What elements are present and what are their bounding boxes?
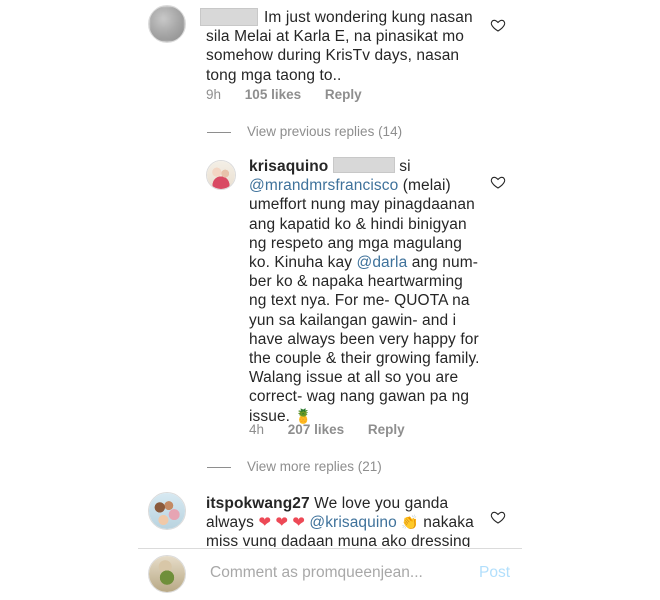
comment-username[interactable]: itspokwang27 [206, 495, 310, 512]
reply-button[interactable]: Reply [368, 422, 405, 437]
composer-divider [138, 548, 522, 549]
likes-count[interactable]: 207 likes [288, 422, 344, 437]
comment-time: 9h [206, 87, 222, 102]
mention-link[interactable]: @mrandmrsfrancisco [249, 177, 398, 194]
avatar-image [149, 493, 185, 529]
avatar-image [149, 6, 185, 42]
avatar [148, 555, 186, 593]
like-heart-icon[interactable] [490, 509, 506, 525]
redacted-username [332, 157, 395, 173]
heart-emoji: ❤ ❤ ❤ [258, 514, 305, 532]
likes-count[interactable]: 105 likes [245, 87, 301, 102]
avatar-image [207, 161, 235, 189]
view-previous-replies[interactable]: View previous replies (14) [207, 124, 402, 139]
avatar[interactable] [148, 5, 186, 43]
reply-time: 4h [249, 422, 265, 437]
reply-username[interactable]: krisaquino [249, 158, 328, 175]
comment-input[interactable]: Comment as promqueenjean... [210, 564, 423, 582]
comment-meta: 9h 105 likes Reply [206, 87, 382, 102]
reply-button[interactable]: Reply [325, 87, 362, 102]
avatar[interactable] [148, 492, 186, 530]
mention-link[interactable]: @krisaquino [309, 514, 397, 531]
like-heart-icon[interactable] [490, 17, 506, 33]
like-heart-icon[interactable] [490, 174, 506, 190]
view-more-replies[interactable]: View more replies (21) [207, 459, 382, 474]
comment-text: itspokwang27 We love you ganda always ❤ … [206, 495, 474, 547]
reply-meta: 4h 207 likes Reply [249, 422, 425, 437]
post-button[interactable]: Post [479, 564, 510, 582]
avatar[interactable] [206, 160, 236, 190]
reply-text: krisaquino si @mrandmrsfrancisco (melai)… [249, 157, 480, 425]
clapping-hands-emoji: 👏 [401, 514, 419, 531]
divider-line [207, 131, 231, 133]
divider-line [207, 466, 231, 468]
mention-link[interactable]: @darla [357, 254, 408, 271]
avatar-image [149, 556, 185, 592]
comment-text: Im just wondering kung nasan sila Melai … [206, 9, 473, 84]
